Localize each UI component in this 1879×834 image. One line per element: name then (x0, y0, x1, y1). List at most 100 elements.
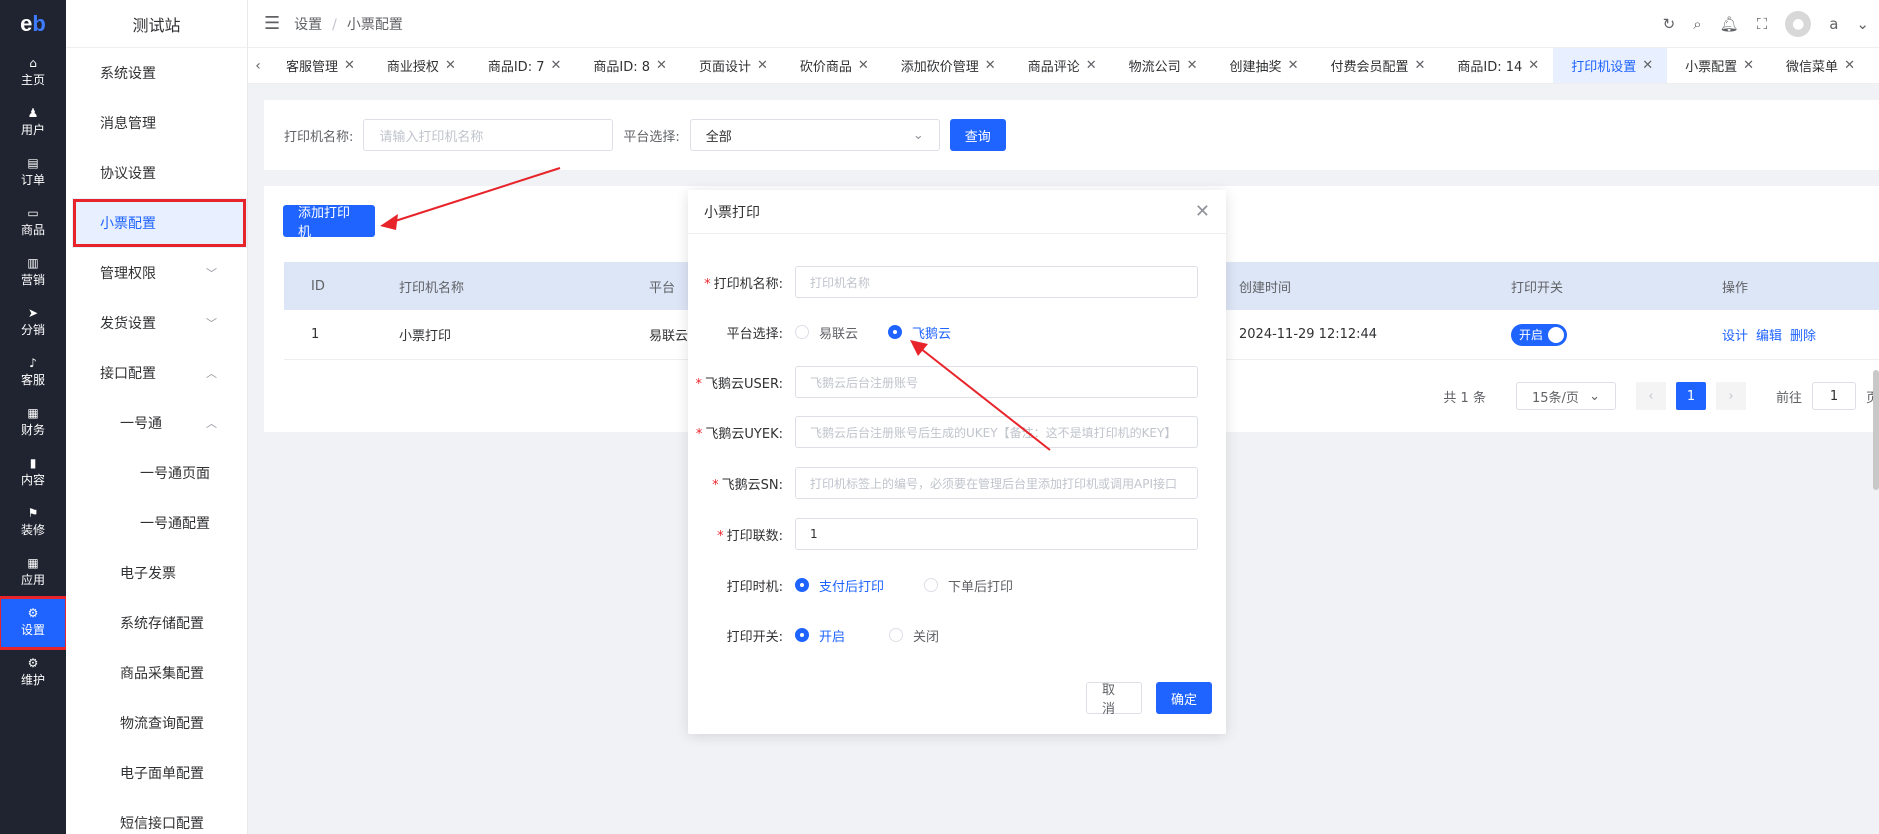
confirm-button[interactable]: 确定 (1156, 682, 1212, 714)
radio-after-order[interactable]: 下单后打印 (924, 576, 1013, 595)
next-page-button[interactable]: › (1715, 382, 1746, 410)
print-copies-input[interactable]: 1 (795, 518, 1198, 550)
rail-item-7[interactable]: ▦ 财务 (0, 398, 66, 448)
tab-4[interactable]: 页面设计 ✕ (681, 48, 782, 83)
tab-14[interactable]: 微信菜单 ✕ (1768, 48, 1869, 83)
submenu-item-4[interactable]: 管理权限 ﹀ (66, 248, 247, 298)
search-icon[interactable]: ⌕ (1693, 15, 1701, 33)
rail-item-10[interactable]: ▦ 应用 (0, 548, 66, 598)
user-name[interactable]: a (1829, 15, 1838, 33)
submenu-item-6[interactable]: 接口配置 ︿ (66, 348, 247, 398)
feie-user-input[interactable]: 飞鹅云后台注册账号 (795, 366, 1198, 398)
close-icon[interactable]: ✕ (1743, 58, 1754, 73)
fullscreen-icon[interactable]: ⛶ (1757, 15, 1768, 33)
menu-toggle-icon[interactable]: ☰ (264, 13, 280, 34)
tab-5[interactable]: 砍价商品 ✕ (782, 48, 883, 83)
tab-2[interactable]: 商品ID: 7 ✕ (470, 48, 576, 83)
rail-item-6[interactable]: ♪ 客服 (0, 348, 66, 398)
page-1-button[interactable]: 1 (1675, 382, 1706, 410)
feie-ukey-input[interactable]: 飞鹅云后台注册账号后生成的UKEY【备注：这不是填打印机的KEY】 (795, 416, 1198, 448)
rail-item-12[interactable]: ⚙ 维护 (0, 648, 66, 698)
breadcrumb-root[interactable]: 设置 (294, 17, 322, 33)
submenu-item-12[interactable]: 商品采集配置 (66, 648, 247, 698)
submenu-item-0[interactable]: 系统设置 (66, 48, 247, 98)
tab-12[interactable]: 打印机设置 ✕ (1553, 48, 1668, 83)
tab-3[interactable]: 商品ID: 8 ✕ (575, 48, 681, 83)
rail-item-0[interactable]: ⌂ 主页 (0, 48, 66, 98)
submenu-item-14[interactable]: 电子面单配置 (66, 748, 247, 798)
radio-switch-off[interactable]: 关闭 (889, 626, 939, 645)
close-icon[interactable]: ✕ (985, 58, 996, 73)
refresh-icon[interactable]: ↻ (1663, 15, 1676, 33)
close-icon[interactable]: ✕ (1642, 58, 1653, 73)
bell-icon[interactable]: 🔔︎ (1720, 15, 1739, 33)
close-icon[interactable]: ✕ (656, 58, 667, 73)
submenu-item-3[interactable]: 小票配置 (72, 198, 247, 248)
radio-switch-on[interactable]: 开启 (795, 626, 845, 645)
prev-page-button[interactable]: ‹ (1635, 382, 1666, 410)
radio-feieyun[interactable]: 飞鹅云 (888, 323, 951, 342)
brand-logo[interactable]: eb (0, 0, 66, 48)
submenu-item-9[interactable]: 一号通配置 (66, 498, 247, 548)
delete-link[interactable]: 删除 (1790, 325, 1816, 344)
avatar[interactable]: ● (1785, 11, 1812, 37)
rail-item-4[interactable]: ▥ 营销 (0, 248, 66, 298)
submenu-item-15[interactable]: 短信接口配置 (66, 798, 247, 834)
rail-item-11[interactable]: ⚙ 设置 (0, 596, 68, 650)
design-link[interactable]: 设计 (1722, 325, 1748, 344)
edit-link[interactable]: 编辑 (1756, 325, 1782, 344)
tab-7[interactable]: 商品评论 ✕ (1010, 48, 1111, 83)
close-icon[interactable]: ✕ (858, 58, 869, 73)
tab-6[interactable]: 添加砍价管理 ✕ (883, 48, 1010, 83)
tab-8[interactable]: 物流公司 ✕ (1111, 48, 1212, 83)
submenu-item-7[interactable]: 一号通 ︿ (66, 398, 247, 448)
row-switch-toggle[interactable]: 开启 (1511, 323, 1567, 346)
close-icon[interactable]: ✕ (1086, 58, 1097, 73)
tab-11[interactable]: 商品ID: 14 ✕ (1439, 48, 1553, 83)
rail-item-1[interactable]: ♟ 用户 (0, 98, 66, 148)
platform-select[interactable]: 全部 ⌄ (689, 119, 940, 151)
radio-after-pay[interactable]: 支付后打印 (795, 576, 884, 595)
printer-name-search-input[interactable]: 请输入打印机名称 (363, 119, 614, 151)
rail-item-3[interactable]: ▭ 商品 (0, 198, 66, 248)
feie-sn-input[interactable]: 打印机标签上的编号，必须要在管理后台里添加打印机或调用API接口 (795, 467, 1198, 499)
submenu-item-2[interactable]: 协议设置 (66, 148, 247, 198)
radio-yilianyun[interactable]: 易联云 (795, 323, 858, 342)
submenu-item-8[interactable]: 一号通页面 (66, 448, 247, 498)
close-icon[interactable]: ✕ (344, 58, 355, 73)
close-icon[interactable]: ✕ (1288, 58, 1299, 73)
chevron-down-icon[interactable]: ⌄ (1856, 15, 1869, 33)
close-icon[interactable]: ✕ (445, 58, 456, 73)
rail-item-5[interactable]: ➤ 分销 (0, 298, 66, 348)
page-size-select[interactable]: 15条/页 ⌄ (1515, 382, 1616, 410)
rail-item-9[interactable]: ⚑ 装修 (0, 498, 66, 548)
close-icon[interactable]: ✕ (1528, 58, 1539, 73)
tab-9[interactable]: 创建抽奖 ✕ (1212, 48, 1313, 83)
submenu-item-5[interactable]: 发货设置 ﹀ (66, 298, 247, 348)
rail-item-8[interactable]: ▮ 内容 (0, 448, 66, 498)
scrollbar[interactable] (1873, 370, 1879, 490)
goto-page-input[interactable]: 1 (1811, 382, 1856, 410)
tab-13[interactable]: 小票配置 ✕ (1667, 48, 1768, 83)
printer-name-input[interactable]: 打印机名称 (795, 266, 1198, 298)
chevron-down-icon: ⌄ (912, 127, 924, 143)
close-icon[interactable]: ✕ (1414, 58, 1425, 73)
cancel-button[interactable]: 取消 (1086, 682, 1142, 717)
tab-1[interactable]: 商业授权 ✕ (369, 48, 470, 83)
submenu-item-11[interactable]: 系统存储配置 (66, 598, 247, 648)
rail-label: 维护 (20, 673, 45, 687)
query-button[interactable]: 查询 (949, 119, 1006, 151)
chevron-left-icon[interactable]: ‹ (248, 58, 268, 74)
close-icon[interactable]: ✕ (757, 58, 768, 73)
rail-item-2[interactable]: ▤ 订单 (0, 148, 66, 198)
close-icon[interactable]: ✕ (1187, 58, 1198, 73)
submenu-item-1[interactable]: 消息管理 (66, 98, 247, 148)
close-icon[interactable]: ✕ (1844, 58, 1855, 73)
close-icon[interactable]: ✕ (1195, 201, 1210, 222)
submenu-item-13[interactable]: 物流查询配置 (66, 698, 247, 748)
submenu-item-10[interactable]: 电子发票 (66, 548, 247, 598)
tab-10[interactable]: 付费会员配置 ✕ (1312, 48, 1439, 83)
add-printer-button[interactable]: 添加打印机 (283, 205, 375, 240)
close-icon[interactable]: ✕ (550, 58, 561, 73)
tab-0[interactable]: 客服管理 ✕ (268, 48, 369, 83)
